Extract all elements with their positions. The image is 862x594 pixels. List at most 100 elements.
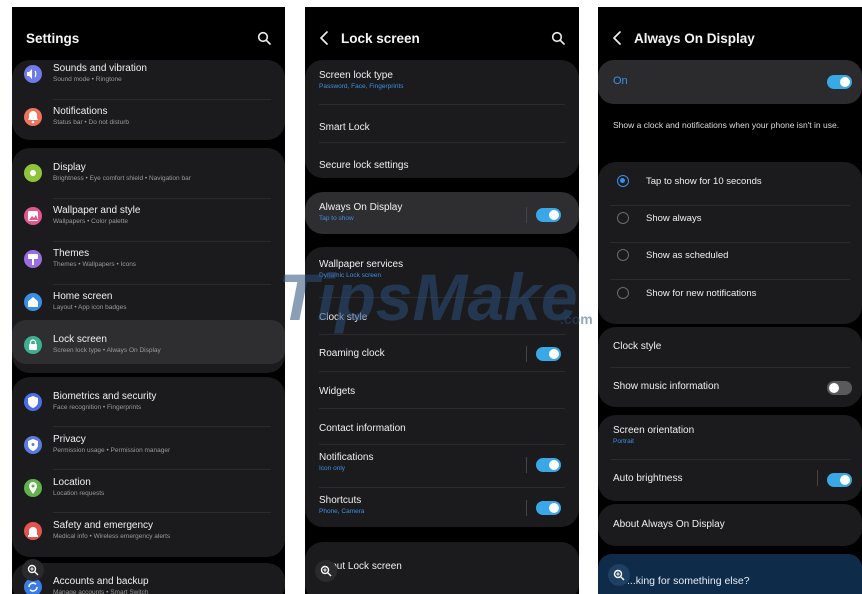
settings-item-biometrics-and-security[interactable]: Biometrics and security Face recognition … bbox=[12, 391, 285, 421]
aod-option-label: Show for new notifications bbox=[646, 288, 757, 299]
settings-header: Settings bbox=[12, 7, 285, 57]
lock-item-always-on-display[interactable]: Always On Display Tap to show bbox=[305, 202, 579, 232]
lock-item-toggle[interactable] bbox=[536, 347, 561, 361]
aod-option-3[interactable]: Show as scheduled bbox=[598, 249, 862, 277]
home-icon bbox=[24, 293, 42, 311]
about-aod-row[interactable]: About Always On Display bbox=[598, 504, 862, 546]
divider bbox=[610, 242, 850, 243]
clock-style-row[interactable]: Clock style bbox=[598, 327, 862, 367]
aod-option-4[interactable]: Show for new notifications bbox=[598, 287, 862, 315]
lock-item-toggle[interactable] bbox=[536, 458, 561, 472]
lock-item-subtitle: Dynamic Lock screen bbox=[319, 272, 382, 279]
location-pin-icon bbox=[24, 479, 42, 497]
brush-icon bbox=[24, 250, 42, 268]
zoom-icon bbox=[320, 565, 332, 577]
settings-item-wallpaper-and-style[interactable]: Wallpaper and style Wallpapers • Color pa… bbox=[12, 205, 285, 235]
settings-item-themes[interactable]: Themes Themes • Wallpapers • Icons bbox=[12, 248, 285, 278]
lock-item-widgets[interactable]: Widgets bbox=[305, 379, 579, 409]
back-arrow-icon[interactable] bbox=[611, 30, 625, 46]
search-icon[interactable] bbox=[257, 31, 271, 45]
divider bbox=[610, 279, 850, 280]
zoom-button[interactable] bbox=[315, 560, 337, 582]
aod-option-2[interactable]: Show always bbox=[598, 212, 862, 240]
lock-item-shortcuts[interactable]: Shortcuts Phone, Camera bbox=[305, 495, 579, 525]
settings-item-safety-and-emergency[interactable]: Safety and emergency Medical info • Wirel… bbox=[12, 520, 285, 550]
lock-screen-panel: Lock screen Screen lock type Password, Fa… bbox=[305, 7, 579, 594]
zoom-button[interactable] bbox=[22, 559, 44, 581]
search-icon[interactable] bbox=[551, 31, 565, 45]
divider bbox=[319, 297, 565, 298]
screen-orientation-row[interactable]: Screen orientation Portrait bbox=[598, 415, 862, 455]
lock-item-toggle[interactable] bbox=[536, 208, 561, 222]
lock-item-title: Widgets bbox=[319, 386, 356, 397]
settings-item-title: Home screen bbox=[53, 291, 113, 302]
aod-group-3: Screen orientation Portrait Auto brightn… bbox=[598, 415, 862, 501]
privacy-shield-icon bbox=[24, 436, 42, 454]
settings-item-subtitle: Medical info • Wireless emergency alerts bbox=[53, 533, 171, 540]
music-info-row[interactable]: Show music information bbox=[598, 367, 862, 407]
divider bbox=[53, 469, 271, 470]
settings-item-subtitle: Wallpapers • Color palette bbox=[53, 218, 129, 225]
lock-item-subtitle: Tap to show bbox=[319, 215, 354, 222]
lock-header: Lock screen bbox=[305, 7, 579, 57]
settings-item-accounts-and-backup[interactable]: Accounts and backup Manage accounts • Sma… bbox=[12, 576, 285, 594]
settings-item-title: Biometrics and security bbox=[53, 391, 157, 402]
settings-item-location[interactable]: Location Location requests bbox=[12, 477, 285, 507]
settings-item-title: Accounts and backup bbox=[53, 576, 149, 587]
settings-item-title: Lock screen bbox=[53, 334, 107, 345]
master-toggle[interactable] bbox=[827, 75, 852, 89]
lock-item-notifications[interactable]: Notifications Icon only bbox=[305, 452, 579, 482]
settings-item-sounds-and-vibration[interactable]: Sounds and vibration Sound mode • Rington… bbox=[12, 63, 285, 93]
settings-item-privacy[interactable]: Privacy Permission usage • Permission man… bbox=[12, 434, 285, 464]
back-arrow-icon[interactable] bbox=[318, 30, 332, 46]
speaker-icon bbox=[24, 65, 42, 83]
divider bbox=[319, 444, 565, 445]
aod-panel: Always On Display On Show a clock and no… bbox=[598, 7, 862, 594]
settings-panel: Settings Sounds and vibration Sound mode … bbox=[12, 7, 285, 594]
auto-brightness-toggle[interactable] bbox=[827, 473, 852, 487]
radio-button[interactable] bbox=[617, 249, 629, 261]
settings-item-home-screen[interactable]: Home screen Layout • App icon badges bbox=[12, 291, 285, 321]
page-title: Settings bbox=[26, 31, 80, 46]
settings-item-lock-screen[interactable]: Lock screen Screen lock type • Always On … bbox=[12, 334, 285, 364]
zoom-icon bbox=[27, 564, 39, 576]
settings-item-notifications[interactable]: Notifications Status bar • Do not disturb bbox=[12, 106, 285, 136]
lock-item-about-lock-screen[interactable]: About Lock screen bbox=[305, 554, 579, 584]
lock-item-title: Always On Display bbox=[319, 202, 403, 213]
auto-brightness-row[interactable]: Auto brightness bbox=[598, 459, 862, 499]
lock-item-subtitle: Phone, Camera bbox=[319, 508, 365, 515]
settings-item-display[interactable]: Display Brightness • Eye comfort shield •… bbox=[12, 162, 285, 192]
lock-item-title: Notifications bbox=[319, 452, 374, 463]
lock-item-toggle[interactable] bbox=[536, 501, 561, 515]
lock-item-smart-lock[interactable]: Smart Lock bbox=[305, 115, 579, 145]
settings-item-subtitle: Themes • Wallpapers • Icons bbox=[53, 261, 137, 268]
radio-button[interactable] bbox=[617, 212, 629, 224]
divider bbox=[319, 142, 565, 143]
lock-item-clock-style[interactable]: Clock style bbox=[305, 305, 579, 335]
lock-item-screen-lock-type[interactable]: Screen lock type Password, Face, Fingerpr… bbox=[305, 70, 579, 100]
settings-item-subtitle: Layout • App icon badges bbox=[53, 304, 127, 311]
music-info-toggle[interactable] bbox=[827, 381, 852, 395]
radio-button[interactable] bbox=[617, 175, 629, 187]
divider bbox=[319, 334, 565, 335]
aod-header: Always On Display bbox=[598, 7, 862, 57]
aod-master-switch[interactable]: On bbox=[598, 60, 862, 104]
divider bbox=[319, 104, 565, 105]
settings-item-subtitle: Manage accounts • Smart Switch bbox=[53, 589, 149, 594]
lock-item-wallpaper-services[interactable]: Wallpaper services Dynamic Lock screen bbox=[305, 259, 579, 289]
aod-option-label: Show as scheduled bbox=[646, 250, 729, 261]
aod-option-label: Show always bbox=[646, 213, 702, 224]
radio-button[interactable] bbox=[617, 287, 629, 299]
settings-item-subtitle: Location requests bbox=[53, 490, 105, 497]
aod-description: Show a clock and notifications when your… bbox=[613, 120, 840, 130]
lock-item-contact-information[interactable]: Contact information bbox=[305, 416, 579, 446]
lock-item-secure-lock-settings[interactable]: Secure lock settings bbox=[305, 153, 579, 183]
settings-item-title: Wallpaper and style bbox=[53, 205, 141, 216]
bell-icon bbox=[24, 108, 42, 126]
shield-icon bbox=[24, 393, 42, 411]
clock-style-label: Clock style bbox=[613, 341, 662, 352]
aod-option-1[interactable]: Tap to show for 10 seconds bbox=[598, 175, 862, 203]
looking-for-something-else-banner[interactable]: ...king for something else? bbox=[598, 554, 862, 594]
settings-item-title: Sounds and vibration bbox=[53, 63, 147, 74]
lock-item-roaming-clock[interactable]: Roaming clock bbox=[305, 341, 579, 371]
